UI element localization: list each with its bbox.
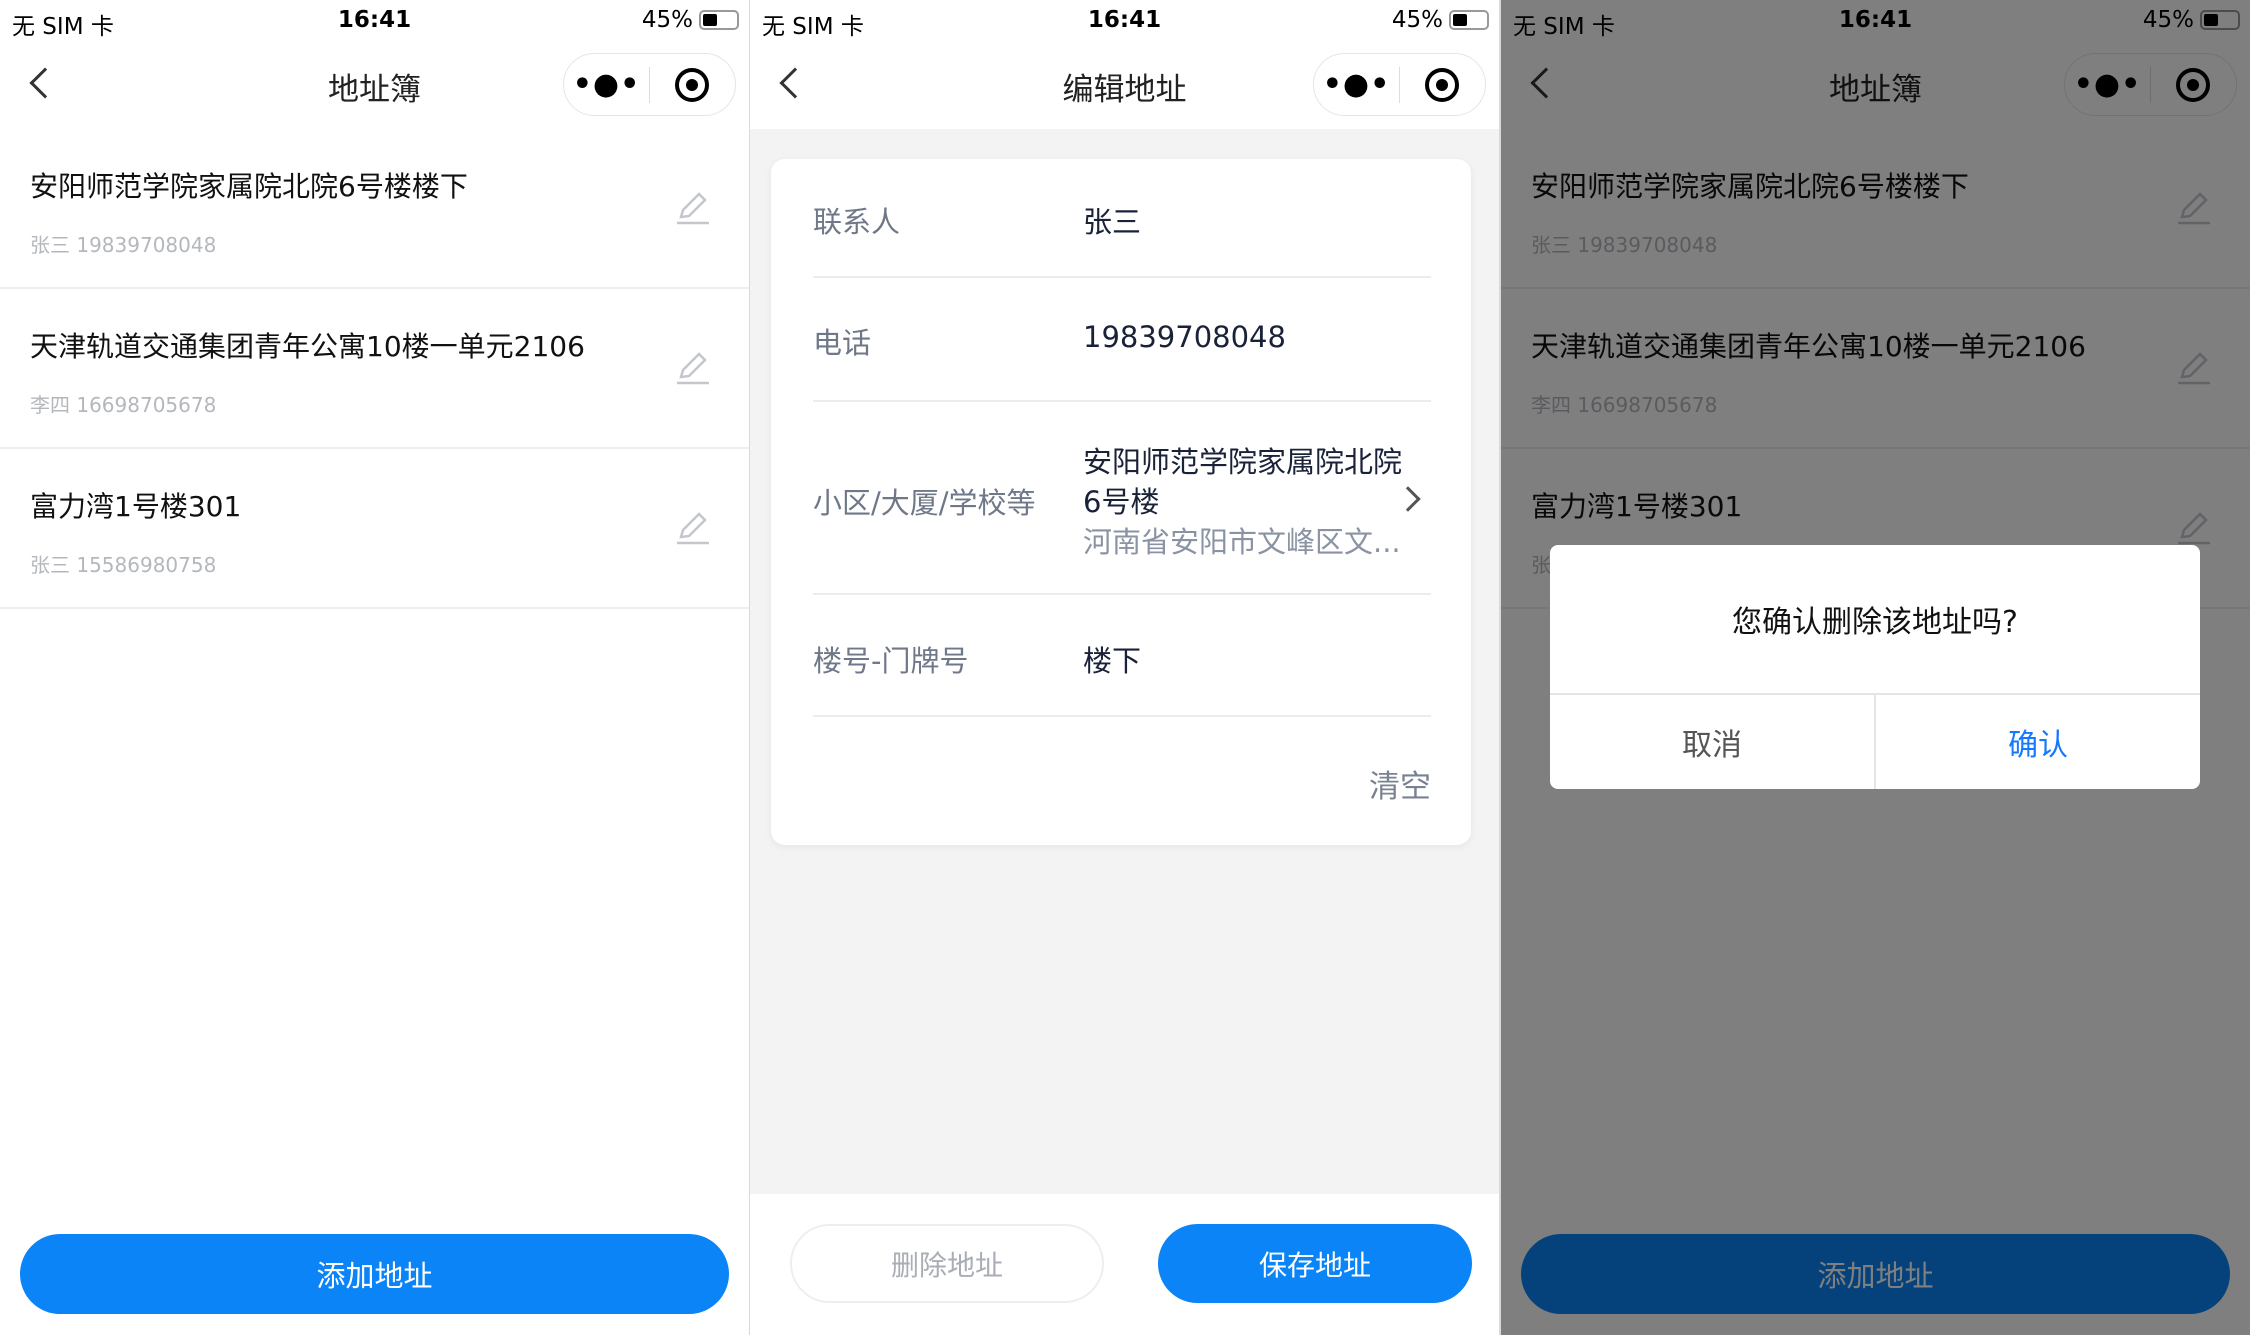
address-text: 安阳师范学院家属院北院6号楼楼下 — [30, 170, 468, 203]
battery-icon — [1449, 10, 1489, 30]
more-icon[interactable]: •●• — [564, 67, 649, 102]
cancel-button[interactable]: 取消 — [1550, 695, 1876, 789]
contact-text: 张三 19839708048 — [30, 233, 217, 257]
bottom-action-bar: 删除地址 保存地址 — [750, 1194, 1499, 1335]
battery-percent: 45% — [641, 7, 693, 33]
more-icon[interactable]: •●• — [1314, 67, 1399, 102]
clear-button[interactable]: 清空 — [1369, 761, 1431, 806]
door-label: 楼号-门牌号 — [813, 644, 969, 678]
confirm-button[interactable]: 确认 — [1876, 695, 2200, 789]
place-line1: 安阳师范学院家属院北院 — [1083, 445, 1403, 479]
target-icon — [1425, 67, 1460, 102]
chevron-right-icon — [1395, 486, 1421, 512]
phone-field[interactable]: 电话 19839708048 — [813, 278, 1431, 402]
phone-input[interactable]: 19839708048 — [1083, 320, 1286, 354]
capsule-menu: •●• — [1313, 53, 1486, 116]
contact-field[interactable]: 联系人 张三 — [813, 159, 1431, 278]
list-item[interactable]: 天津轨道交通集团青年公寓10楼一单元2106 李四 16698705678 — [0, 289, 749, 449]
dialog-message: 您确认删除该地址吗? — [1732, 605, 2018, 640]
edit-address-screen: 无 SIM 卡 16:41 45% 编辑地址 •●• 联系人 张三 电话 198… — [750, 0, 1499, 1335]
battery-icon — [699, 10, 739, 30]
battery-percent: 45% — [1391, 7, 1443, 33]
contact-text: 张三 15586980758 — [30, 553, 217, 577]
nav-bar: 编辑地址 •●• — [750, 42, 1499, 129]
contact-input[interactable]: 张三 — [1083, 199, 1141, 241]
door-input[interactable]: 楼下 — [1083, 638, 1141, 680]
phone-label: 电话 — [813, 326, 872, 360]
edit-icon[interactable] — [673, 507, 713, 547]
address-text: 天津轨道交通集团青年公寓10楼一单元2106 — [30, 330, 585, 363]
edit-icon[interactable] — [673, 187, 713, 227]
close-miniprogram-button[interactable] — [650, 67, 735, 102]
add-address-button[interactable]: 添加地址 — [20, 1234, 729, 1314]
address-text: 富力湾1号楼301 — [30, 490, 242, 523]
list-item[interactable]: 安阳师范学院家属院北院6号楼楼下 张三 19839708048 — [0, 129, 749, 289]
list-item[interactable]: 富力湾1号楼301 张三 15586980758 — [0, 449, 749, 609]
confirm-dialog: 您确认删除该地址吗? 取消 确认 — [1550, 545, 2200, 789]
delete-address-button[interactable]: 删除地址 — [790, 1224, 1104, 1303]
close-miniprogram-button[interactable] — [1400, 67, 1485, 102]
address-book-screen: 无 SIM 卡 16:41 45% 地址簿 •●• 安阳师范学院家属院北院6号楼… — [0, 0, 749, 1335]
nav-bar: 地址簿 •●• — [0, 42, 749, 129]
save-address-button[interactable]: 保存地址 — [1158, 1224, 1472, 1303]
status-bar: 无 SIM 卡 16:41 45% — [750, 0, 1499, 42]
capsule-menu: •●• — [563, 53, 736, 116]
delete-confirm-screen: 无 SIM 卡 16:41 45% 地址簿 •●• 安阳师范学院家属院北院6号楼… — [1501, 0, 2250, 1335]
place-region: 河南省安阳市文峰区文... — [1083, 525, 1401, 559]
place-field[interactable]: 小区/大厦/学校等 安阳师范学院家属院北院 6号楼 河南省安阳市文峰区文... — [813, 402, 1431, 595]
address-form: 联系人 张三 电话 19839708048 小区/大厦/学校等 安阳师范学院家属… — [771, 159, 1471, 845]
clock: 16:41 — [337, 7, 412, 33]
status-bar: 无 SIM 卡 16:41 45% — [0, 0, 749, 42]
target-icon — [675, 67, 710, 102]
door-field[interactable]: 楼号-门牌号 楼下 — [813, 595, 1431, 717]
contact-label: 联系人 — [813, 205, 901, 239]
clock: 16:41 — [1087, 7, 1162, 33]
edit-icon[interactable] — [673, 347, 713, 387]
place-label: 小区/大厦/学校等 — [813, 486, 1036, 520]
contact-text: 李四 16698705678 — [30, 393, 217, 417]
place-line2: 6号楼 — [1083, 485, 1160, 519]
